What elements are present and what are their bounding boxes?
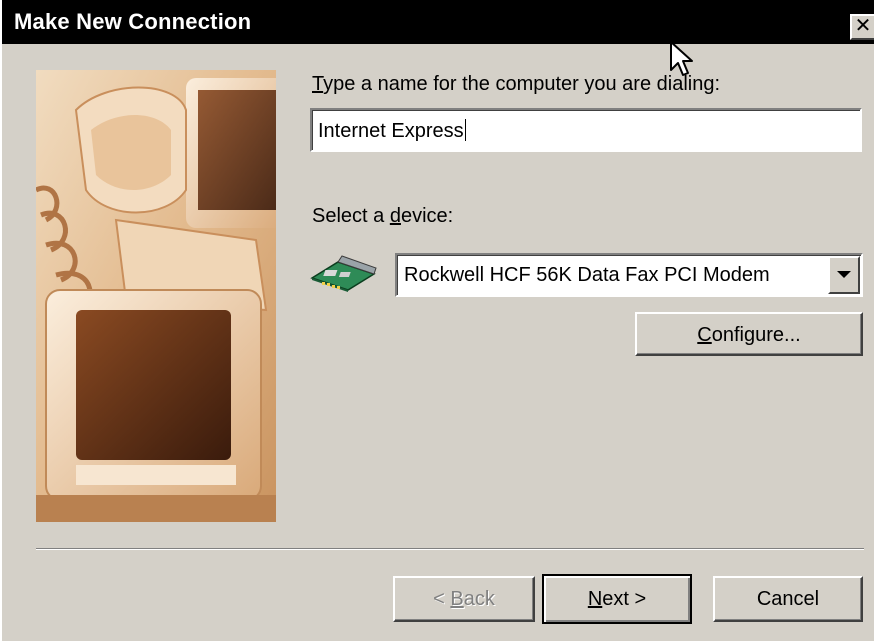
computer-name-input[interactable]: Internet Express	[310, 108, 862, 152]
close-button[interactable]: ✕	[850, 14, 874, 40]
button-separator	[36, 548, 864, 550]
select-device-label: Select a device:	[312, 205, 454, 227]
device-select[interactable]: Rockwell HCF 56K Data Fax PCI Modem	[395, 253, 863, 297]
close-icon: ✕	[854, 15, 872, 37]
modem-card-icon	[310, 255, 377, 292]
computer-name-label: Type a name for the computer you are dia…	[312, 73, 721, 95]
chevron-down-icon[interactable]	[828, 256, 860, 294]
cancel-button[interactable]: Cancel	[713, 576, 863, 622]
configure-button[interactable]: Configure...	[635, 312, 863, 356]
title-bar[interactable]: Make New Connection ✕	[2, 0, 874, 44]
next-button[interactable]: Next >	[542, 574, 692, 624]
make-new-connection-dialog: Make New Connection ✕ Type a name for th…	[0, 0, 874, 641]
dialog-title: Make New Connection	[14, 9, 252, 34]
computer-name-value: Internet Express	[318, 120, 464, 142]
computer-illustration	[36, 70, 276, 522]
back-button[interactable]: < Back	[393, 576, 535, 622]
device-select-value: Rockwell HCF 56K Data Fax PCI Modem	[404, 264, 770, 286]
text-caret	[464, 119, 466, 141]
